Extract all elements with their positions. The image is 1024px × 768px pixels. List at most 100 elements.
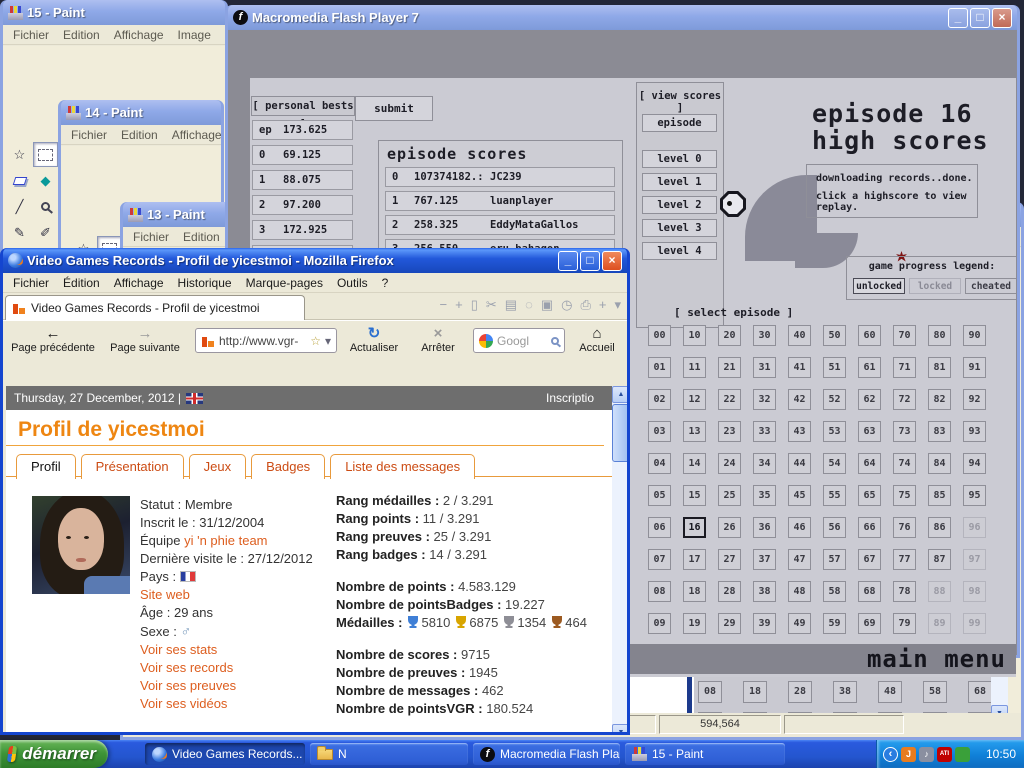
episode-cell-49[interactable]: 49 bbox=[788, 613, 811, 634]
episode-cell-38[interactable]: 38 bbox=[753, 581, 776, 602]
select-tool[interactable] bbox=[33, 142, 58, 167]
episode-cell-15[interactable]: 15 bbox=[683, 485, 706, 506]
menu-item-fichier[interactable]: Fichier bbox=[126, 230, 176, 244]
main-menu-button[interactable]: main menu bbox=[867, 645, 1006, 673]
episode-cell-35[interactable]: 35 bbox=[753, 485, 776, 506]
episode-cell-80[interactable]: 80 bbox=[928, 325, 951, 346]
menu-item-fichier[interactable]: Fichier bbox=[64, 128, 114, 142]
episode-cell-51[interactable]: 51 bbox=[823, 357, 846, 378]
episode-cell-23[interactable]: 23 bbox=[718, 421, 741, 442]
menu-item-affichage[interactable]: Affichage bbox=[107, 28, 171, 42]
episode-cell-92[interactable]: 92 bbox=[963, 389, 986, 410]
episode-cell-10[interactable]: 10 bbox=[683, 325, 706, 346]
flash-titlebar[interactable]: f Macromedia Flash Player 7 _ □ × bbox=[228, 5, 1017, 30]
episode-cell-20[interactable]: 20 bbox=[718, 325, 741, 346]
print-icon[interactable]: ⎙ bbox=[580, 297, 590, 313]
ati-icon[interactable]: ATI bbox=[937, 747, 952, 762]
inscription-link[interactable]: Inscriptio bbox=[546, 391, 612, 405]
profile-link-voir-ses-preuves[interactable]: Voir ses preuves bbox=[140, 677, 313, 695]
paint15-titlebar[interactable]: 15 - Paint bbox=[3, 0, 225, 25]
episode-cell-04[interactable]: 04 bbox=[648, 453, 671, 474]
episode-cell-33[interactable]: 33 bbox=[753, 421, 776, 442]
episode-cell-87[interactable]: 87 bbox=[928, 549, 951, 570]
menu-item-outils[interactable]: Outils bbox=[330, 276, 375, 290]
episode-cell-39[interactable]: 39 bbox=[753, 613, 776, 634]
forward-button[interactable]: → Page suivante bbox=[101, 323, 189, 359]
taskbar-item-paint[interactable]: 15 - Paint bbox=[625, 743, 785, 765]
episode-cell-41[interactable]: 41 bbox=[788, 357, 811, 378]
episode-cell-69[interactable]: 69 bbox=[858, 613, 881, 634]
episode-cell-30[interactable]: 30 bbox=[753, 325, 776, 346]
episode-cell-70[interactable]: 70 bbox=[893, 325, 916, 346]
episode-cell-25[interactable]: 25 bbox=[718, 485, 741, 506]
episode-cell-37[interactable]: 37 bbox=[753, 549, 776, 570]
episode-cell-02[interactable]: 02 bbox=[648, 389, 671, 410]
episode-cell-48[interactable]: 48 bbox=[788, 581, 811, 602]
episode-cell-61[interactable]: 61 bbox=[858, 357, 881, 378]
magnifier-tool[interactable] bbox=[33, 194, 58, 219]
menu-item-edition[interactable]: Edition bbox=[114, 128, 165, 142]
view-scores-level-3-button[interactable]: level 3 bbox=[642, 219, 717, 237]
minimize-button[interactable]: _ bbox=[948, 8, 968, 28]
freeform-select-tool[interactable]: ☆ bbox=[7, 142, 32, 167]
episode-cell-59[interactable]: 59 bbox=[823, 613, 846, 634]
episode-cell-95[interactable]: 95 bbox=[963, 485, 986, 506]
new-window-icon[interactable]: ▣ bbox=[541, 297, 553, 313]
episode-cell-44[interactable]: 44 bbox=[788, 453, 811, 474]
plus-icon[interactable]: + bbox=[455, 297, 463, 313]
tab-jeux[interactable]: Jeux bbox=[189, 454, 246, 479]
brush-tool[interactable]: ✐ bbox=[33, 220, 58, 245]
menu-item-?[interactable]: ? bbox=[375, 276, 396, 290]
menu-item-dition[interactable]: Édition bbox=[56, 276, 107, 290]
menu-item-fichier[interactable]: Fichier bbox=[6, 276, 56, 290]
page-vscroll-down-button[interactable]: ▼ bbox=[612, 724, 627, 732]
episode-cell-14[interactable]: 14 bbox=[683, 453, 706, 474]
episode-cell-06[interactable]: 06 bbox=[648, 517, 671, 538]
menu-item-image[interactable]: Image bbox=[171, 28, 218, 42]
episode-cell-03[interactable]: 03 bbox=[648, 421, 671, 442]
episode-cell-99[interactable]: 99 bbox=[963, 613, 986, 634]
episode-cell-83[interactable]: 83 bbox=[928, 421, 951, 442]
episode-cell-56[interactable]: 56 bbox=[823, 517, 846, 538]
back-button[interactable]: ← Page précédente bbox=[7, 323, 99, 359]
episode-cell-19[interactable]: 19 bbox=[683, 613, 706, 634]
tab-présentation[interactable]: Présentation bbox=[81, 454, 184, 479]
episode-cell-57[interactable]: 57 bbox=[823, 549, 846, 570]
tab-badges[interactable]: Badges bbox=[251, 454, 325, 479]
field-link[interactable]: Site web bbox=[140, 587, 190, 602]
episode-cell-18[interactable]: 18 bbox=[683, 581, 706, 602]
episode-cell-91[interactable]: 91 bbox=[963, 357, 986, 378]
stop-button[interactable]: × Arrêter bbox=[411, 323, 465, 359]
menu-item-historique[interactable]: Historique bbox=[171, 276, 239, 290]
episode-cell-85[interactable]: 85 bbox=[928, 485, 951, 506]
episode-cell-94[interactable]: 94 bbox=[963, 453, 986, 474]
episode-cell-77[interactable]: 77 bbox=[893, 549, 916, 570]
maximize-button[interactable]: □ bbox=[970, 8, 990, 28]
taskbar-item-flash[interactable]: fMacromedia Flash Pla... bbox=[473, 743, 620, 765]
profile-link-voir-ses-records[interactable]: Voir ses records bbox=[140, 659, 313, 677]
episode-cell-62[interactable]: 62 bbox=[858, 389, 881, 410]
bookmark-star-icon[interactable]: ☆ bbox=[310, 334, 321, 348]
page-vscroll-up-button[interactable]: ▲ bbox=[612, 386, 627, 403]
start-button[interactable]: démarrer bbox=[0, 740, 108, 768]
episode-cell-00[interactable]: 00 bbox=[648, 325, 671, 346]
view-scores-level-0-button[interactable]: level 0 bbox=[642, 150, 717, 168]
episode-cell-66[interactable]: 66 bbox=[858, 517, 881, 538]
java-icon[interactable]: J bbox=[901, 747, 916, 762]
episode-cell-34[interactable]: 34 bbox=[753, 453, 776, 474]
episode-cell-79[interactable]: 79 bbox=[893, 613, 916, 634]
episode-cell-50[interactable]: 50 bbox=[823, 325, 846, 346]
episode-cell-45[interactable]: 45 bbox=[788, 485, 811, 506]
color-picker-tool[interactable]: ╱ bbox=[7, 194, 32, 219]
episode-cell-16[interactable]: 16 bbox=[683, 517, 706, 538]
episode-cell-40[interactable]: 40 bbox=[788, 325, 811, 346]
episode-cell-68[interactable]: 68 bbox=[858, 581, 881, 602]
address-bar[interactable]: http://www.vgr- ☆ ▾ bbox=[195, 328, 337, 353]
maximize-button[interactable]: □ bbox=[580, 251, 600, 271]
episode-cell-90[interactable]: 90 bbox=[963, 325, 986, 346]
highscore-row[interactable]: 2258.325EddyMataGallos bbox=[385, 215, 615, 235]
episode-cell-53[interactable]: 53 bbox=[823, 421, 846, 442]
taskbar-item-firefox[interactable]: Video Games Records... bbox=[145, 743, 305, 765]
copy-icon[interactable]: ▤ bbox=[505, 297, 517, 313]
episode-cell-88[interactable]: 88 bbox=[928, 581, 951, 602]
